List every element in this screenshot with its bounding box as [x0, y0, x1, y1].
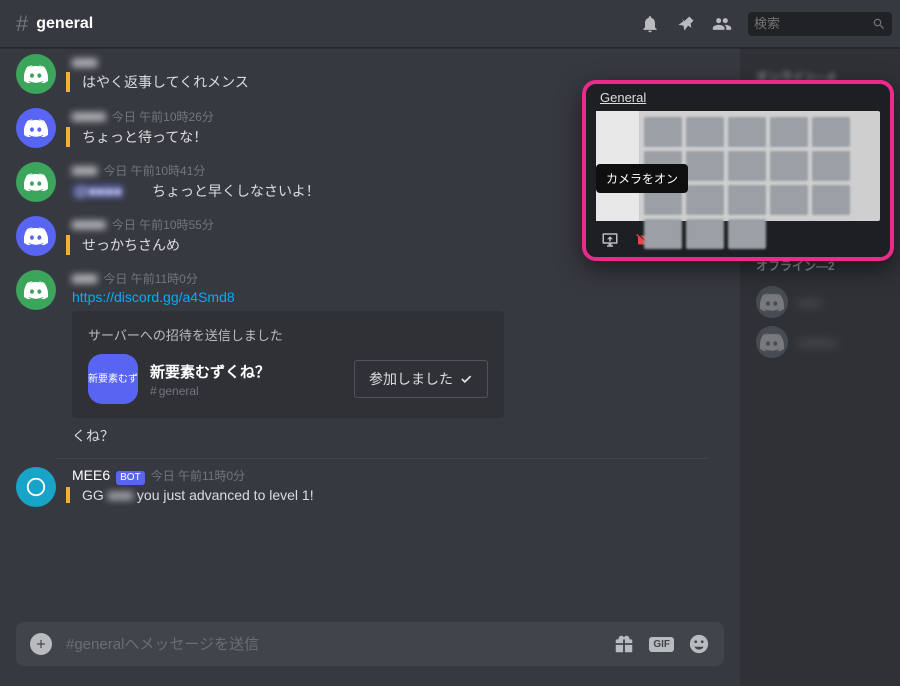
avatar[interactable] [16, 270, 56, 310]
search-input-container[interactable] [748, 12, 892, 36]
timestamp: 今日 午前11時0分 [103, 270, 197, 287]
user-mention[interactable]: @■■■■ [72, 183, 124, 199]
channel-header: # general [0, 0, 900, 48]
member-name: ■■■ [798, 295, 822, 310]
divider [56, 458, 708, 459]
timestamp: 今日 午前10時55分 [112, 216, 214, 233]
server-icon: 新要素むず [88, 354, 138, 404]
username[interactable]: ■■■ [72, 270, 97, 286]
search-icon [872, 17, 886, 31]
member-item[interactable]: ■■■ [748, 282, 892, 322]
invite-link[interactable]: https://discord.gg/a4Smd8 [72, 289, 235, 305]
message-continuation: くね？ [0, 426, 724, 446]
gif-button[interactable]: GIF [649, 637, 674, 652]
username[interactable]: ■■■■ [72, 108, 106, 124]
message: ■■■今日 午前11時0分 https://discord.gg/a4Smd8 … [0, 268, 724, 426]
avatar [756, 326, 788, 358]
member-name: ■■■■■ [798, 335, 837, 350]
timestamp: 今日 午前11時0分 [151, 467, 245, 484]
member-item[interactable]: ■■■■■ [748, 322, 892, 362]
embed-title: サーバーへの招待を送信しました [88, 325, 488, 344]
attach-button[interactable] [30, 633, 52, 655]
bot-badge: BOT [116, 471, 145, 485]
avatar [756, 286, 788, 318]
server-channel: #general [150, 384, 342, 398]
message-input[interactable] [66, 636, 599, 653]
timestamp: 今日 午前10時41分 [103, 162, 205, 179]
bell-icon[interactable] [640, 14, 660, 34]
popup-title: General [586, 84, 890, 107]
message-input-area: GIF [0, 622, 740, 686]
message-text: https://discord.gg/a4Smd8 [72, 289, 724, 305]
joined-button[interactable]: 参加しました [354, 360, 488, 398]
avatar[interactable] [16, 162, 56, 202]
members-icon[interactable] [712, 14, 732, 34]
username[interactable]: MEE6 [72, 467, 110, 483]
emoji-icon[interactable] [688, 633, 710, 655]
message: MEE6 BOT 今日 午前11時0分 GG ■■■ you just adva… [0, 465, 724, 515]
username[interactable]: ■■■ [72, 162, 97, 178]
timestamp: 今日 午前10時26分 [112, 108, 214, 125]
video-popup[interactable]: General カメラをオン [582, 80, 894, 261]
channel-name: general [36, 15, 93, 33]
pin-icon[interactable] [676, 14, 696, 34]
avatar[interactable] [16, 54, 56, 94]
avatar[interactable] [16, 467, 56, 507]
message-input-container[interactable]: GIF [16, 622, 724, 666]
username[interactable]: ■■■■ [72, 216, 106, 232]
avatar[interactable] [16, 216, 56, 256]
search-input[interactable] [754, 16, 872, 31]
screenshare-icon[interactable] [600, 231, 620, 249]
camera-tooltip: カメラをオン [596, 164, 688, 193]
message-text: GG ■■■ you just advanced to level 1! [66, 487, 724, 503]
invite-embed: サーバーへの招待を送信しました 新要素むず 新要素むずくね？ #general … [72, 311, 504, 418]
gift-icon[interactable] [613, 633, 635, 655]
username[interactable]: ■■■ [72, 54, 97, 70]
avatar[interactable] [16, 108, 56, 148]
server-name: 新要素むずくね？ [150, 361, 342, 382]
hash-icon: # [16, 11, 28, 37]
